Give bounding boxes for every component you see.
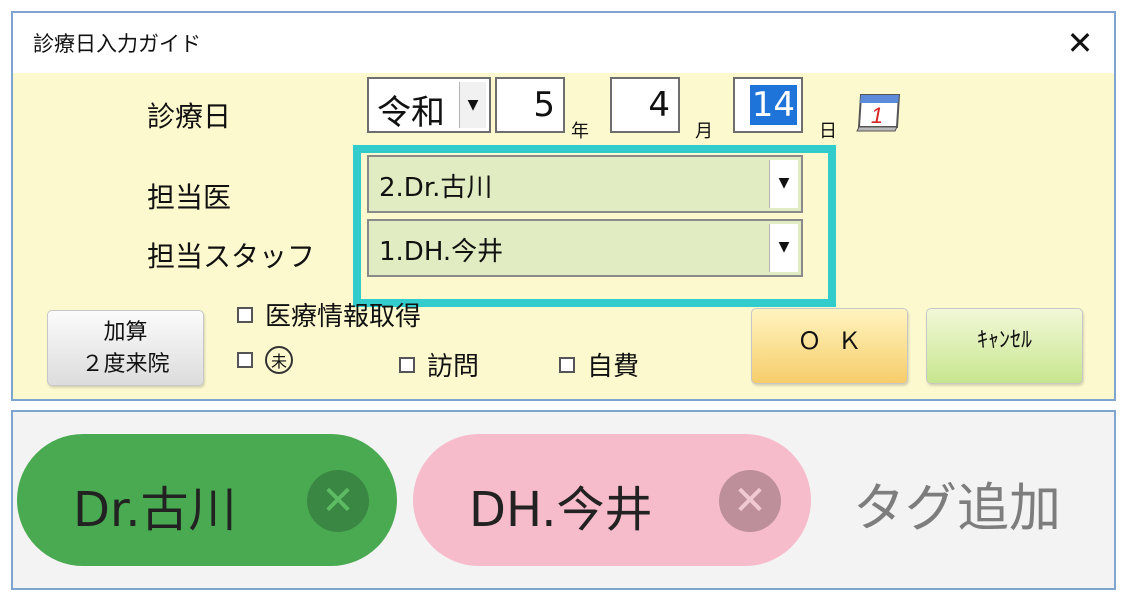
date-entry-dialog: 診療日入力ガイド ✕ 診療日 令和 ▼ 5 年 4 月 14 日 1 担当医 担… <box>11 11 1116 401</box>
chevron-down-icon[interactable]: ▼ <box>769 224 798 272</box>
self-pay-checkbox[interactable]: 自費 <box>559 346 639 383</box>
calendar-icon[interactable]: 1 <box>851 91 903 135</box>
tag-doctor[interactable]: Dr.古川 ✕ <box>17 434 397 566</box>
self-pay-label: 自費 <box>587 352 640 382</box>
medical-info-checkbox[interactable]: 医療情報取得 <box>237 296 421 333</box>
year-value: 5 <box>533 85 555 125</box>
era-value: 令和 <box>377 93 445 133</box>
era-select[interactable]: 令和 ▼ <box>367 77 491 133</box>
checkbox-icon[interactable] <box>237 352 253 368</box>
svg-text:1: 1 <box>871 103 883 128</box>
doctor-select-value: 2.Dr.古川 <box>379 173 493 203</box>
visit-checkbox[interactable]: 訪問 <box>399 346 479 383</box>
year-input[interactable]: 5 <box>495 77 565 133</box>
day-value: 14 <box>749 85 797 125</box>
year-unit: 年 <box>571 121 589 142</box>
medical-info-label: 医療情報取得 <box>265 302 422 332</box>
checkbox-icon[interactable] <box>399 356 415 373</box>
month-input[interactable]: 4 <box>610 77 680 133</box>
day-input[interactable]: 14 <box>733 77 803 133</box>
chevron-down-icon[interactable]: ▼ <box>459 82 486 128</box>
staff-select-value: 1.DH.今井 <box>379 237 504 267</box>
doctor-label: 担当医 <box>147 181 232 214</box>
remove-tag-icon[interactable]: ✕ <box>719 470 781 532</box>
remove-tag-icon[interactable]: ✕ <box>307 470 369 532</box>
circled-kanji-icon: 未 <box>265 346 293 374</box>
kasan-line2: ２度来院 <box>81 352 170 377</box>
title-bar: 診療日入力ガイド ✕ <box>13 13 1114 73</box>
chevron-down-icon[interactable]: ▼ <box>769 160 798 208</box>
month-value: 4 <box>648 85 670 125</box>
date-label: 診療日 <box>147 100 232 133</box>
visit-label: 訪問 <box>427 352 480 382</box>
checkbox-icon[interactable] <box>237 306 253 323</box>
kasan-line1: 加算 <box>103 320 148 345</box>
staff-select[interactable]: 1.DH.今井 ▼ <box>367 219 803 277</box>
add-tag-button[interactable]: タグ追加 <box>853 466 1061 541</box>
close-button[interactable]: ✕ <box>1060 23 1100 63</box>
dialog-title: 診療日入力ガイド <box>33 32 201 56</box>
day-unit: 日 <box>819 121 837 142</box>
month-unit: 月 <box>695 121 713 142</box>
tag-label: Dr.古川 <box>73 482 237 538</box>
tag-label: DH.今井 <box>469 482 653 538</box>
checkbox-icon[interactable] <box>559 356 575 373</box>
cancel-button[interactable]: ｷｬﾝｾﾙ <box>926 308 1083 384</box>
ok-button[interactable]: ＯＫ <box>751 308 908 384</box>
add-second-visit-button[interactable]: 加算 ２度来院 <box>47 310 204 386</box>
doctor-select[interactable]: 2.Dr.古川 ▼ <box>367 155 803 213</box>
tag-bar: Dr.古川 ✕ DH.今井 ✕ タグ追加 <box>11 410 1116 590</box>
staff-label: 担当スタッフ <box>147 240 316 273</box>
circle-mark-checkbox[interactable]: 未 <box>237 346 293 374</box>
tag-staff[interactable]: DH.今井 ✕ <box>413 434 811 566</box>
